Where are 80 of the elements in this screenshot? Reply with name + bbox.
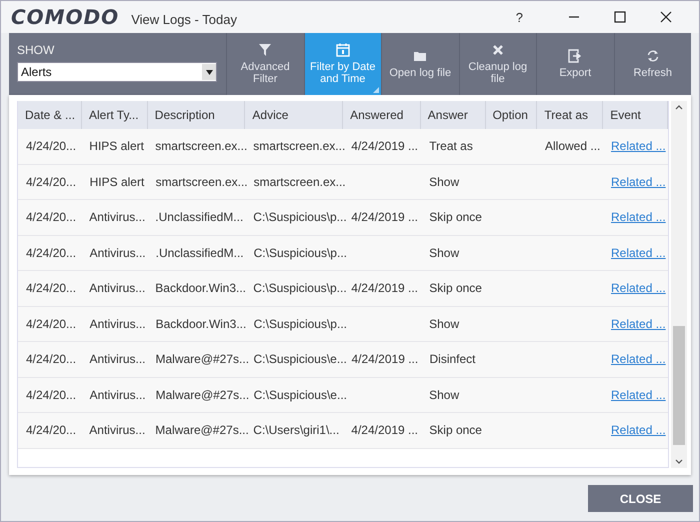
table-cell: 4/24/2019 ... bbox=[351, 423, 418, 438]
table-cell: 4/24/2019 ... bbox=[351, 352, 418, 366]
table-cell: Malware@#27s... bbox=[156, 388, 250, 402]
table-cell: 4/24/20... bbox=[26, 281, 76, 296]
table-cell: C:\Suspicious\p... bbox=[254, 316, 347, 331]
related-link[interactable]: Related ... bbox=[611, 388, 666, 402]
comodo-logo: COMODO bbox=[11, 5, 120, 29]
table-cell: Disinfect bbox=[429, 352, 476, 366]
table-cell: C:\Suspicious\p... bbox=[254, 246, 347, 260]
related-link[interactable]: Related ... bbox=[611, 246, 666, 260]
table-cell: Show bbox=[429, 246, 460, 260]
table-cell: Antivirus... bbox=[89, 352, 146, 366]
related-link[interactable]: Related ... bbox=[611, 281, 666, 296]
table-cell: Backdoor.Win3... bbox=[156, 316, 246, 331]
table-cell: Antivirus... bbox=[90, 246, 146, 260]
table-cell: smartscreen.ex... bbox=[155, 139, 248, 154]
scroll-up-icon[interactable] bbox=[675, 105, 683, 110]
table-cell: 4/24/20... bbox=[26, 423, 76, 438]
related-link[interactable]: Related ... bbox=[611, 423, 666, 438]
table-cell: Skip once bbox=[429, 210, 482, 224]
caret-icon bbox=[206, 70, 212, 74]
scroll-down-icon[interactable] bbox=[675, 459, 683, 464]
table-cell: Allowed ... bbox=[545, 139, 600, 154]
table-cell: HIPS alert bbox=[90, 174, 144, 189]
table-cell: Skip once bbox=[429, 423, 482, 438]
show-label: SHOW bbox=[17, 43, 56, 57]
table-cell: Backdoor.Win3... bbox=[155, 281, 246, 296]
table-cell: smartscreen.ex... bbox=[253, 139, 346, 154]
table-cell: Skip once bbox=[429, 281, 482, 296]
window-title: View Logs - Today bbox=[131, 12, 237, 26]
table-cell: Antivirus... bbox=[90, 316, 146, 331]
table-cell: 4/24/20... bbox=[26, 174, 76, 189]
table-cell: Antivirus... bbox=[90, 388, 146, 402]
scrollbar[interactable] bbox=[671, 101, 687, 468]
table-cell: Antivirus... bbox=[89, 210, 146, 224]
related-link[interactable]: Related ... bbox=[611, 316, 666, 331]
close-button[interactable]: CLOSE bbox=[588, 485, 693, 512]
table-cell: C:\Suspicious\p... bbox=[253, 281, 347, 296]
table-cell: 4/24/2019 ... bbox=[351, 281, 418, 296]
toolbar-button[interactable]: Filter by Date and Time bbox=[304, 33, 381, 95]
related-link[interactable]: Related ... bbox=[611, 210, 666, 224]
maximize-icon[interactable] bbox=[614, 11, 626, 23]
show-dropdown[interactable]: Alerts bbox=[17, 62, 217, 82]
table-cell: 4/24/20... bbox=[26, 139, 76, 154]
table-cell: Malware@#27s... bbox=[155, 423, 249, 438]
refresh-icon bbox=[646, 48, 660, 63]
table-cell: Antivirus... bbox=[89, 281, 146, 296]
help-button[interactable]: ? bbox=[516, 10, 523, 24]
table-cell: Show bbox=[429, 174, 460, 189]
table-cell: 4/24/2019 ... bbox=[351, 210, 418, 224]
funnel-icon bbox=[258, 42, 272, 57]
corner-icon bbox=[373, 87, 379, 93]
calendar-icon bbox=[336, 42, 350, 57]
table-cell: smartscreen.ex... bbox=[156, 174, 248, 189]
table-cell: Treat as bbox=[429, 139, 473, 154]
table-cell: C:\Suspicious\e... bbox=[254, 388, 347, 402]
table-cell: Show bbox=[429, 388, 460, 402]
table-cell: C:\Suspicious\e... bbox=[253, 352, 347, 366]
table-cell: .UnclassifiedM... bbox=[156, 246, 244, 260]
related-link[interactable]: Related ... bbox=[611, 139, 666, 154]
table-cell: Show bbox=[429, 316, 460, 331]
close-icon[interactable] bbox=[660, 11, 672, 23]
table-cell: smartscreen.ex... bbox=[254, 174, 346, 189]
scroll-thumb[interactable] bbox=[673, 326, 685, 446]
export-icon bbox=[568, 48, 582, 63]
table-cell: 4/24/20... bbox=[26, 352, 76, 366]
table-cell: 4/24/20... bbox=[26, 388, 76, 402]
table-cell: C:\Suspicious\p... bbox=[253, 210, 347, 224]
table-cell: 4/24/20... bbox=[26, 316, 76, 331]
cross-icon bbox=[490, 42, 505, 57]
table-cell: 4/24/20... bbox=[26, 246, 76, 260]
table-cell: .UnclassifiedM... bbox=[155, 210, 244, 224]
table-cell: 4/24/2019 ... bbox=[351, 139, 418, 154]
table-cell: C:\Users\giri1\... bbox=[253, 423, 340, 438]
table-cell: Malware@#27s... bbox=[155, 352, 250, 366]
table-cell: Antivirus... bbox=[89, 423, 146, 438]
table-cell: 4/24/20... bbox=[26, 210, 76, 224]
related-link[interactable]: Related ... bbox=[611, 174, 666, 189]
related-link[interactable]: Related ... bbox=[611, 352, 666, 366]
table-cell: HIPS alert bbox=[89, 139, 144, 154]
